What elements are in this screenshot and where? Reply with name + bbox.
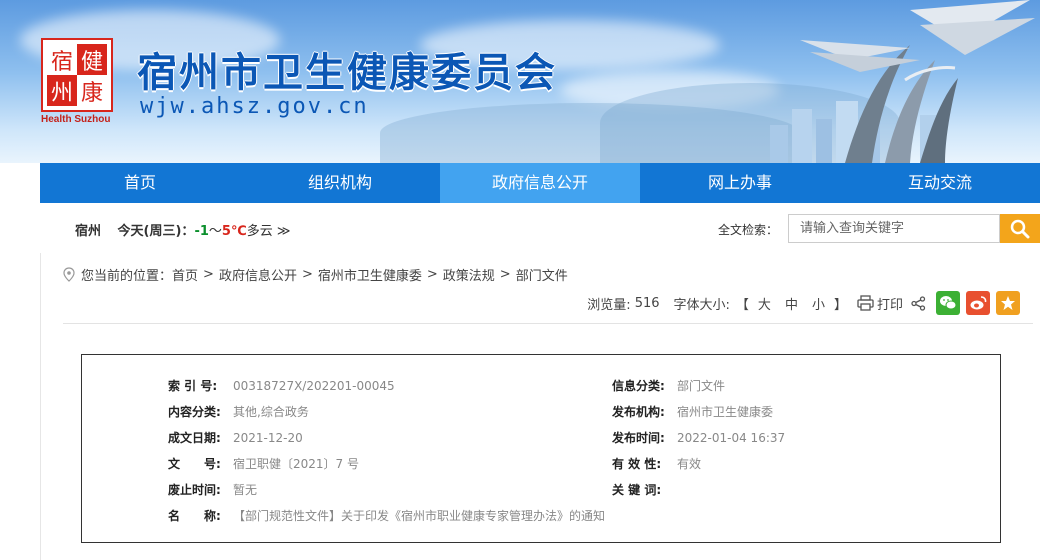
meta-label: 废止时间: — [168, 483, 221, 497]
bracket-open: 【 — [735, 297, 749, 313]
meta-label: 关 键 词: — [612, 483, 662, 497]
weather-tilde: ～ — [208, 224, 222, 239]
document-meta-box: 索 引 号: 00318727X/202201-00045 内容分类: 其他,综合政… — [81, 354, 1001, 543]
article-tools: 浏览量: 516 字体大小: 【 大 中 小 】 打印 — [587, 291, 1020, 315]
meta-value: 2022-01-04 16:37 — [677, 431, 786, 445]
nav-item-organization[interactable]: 组织机构 — [240, 163, 440, 203]
weather-day: 今天(周三)： — [117, 224, 195, 239]
meta-value: 暂无 — [233, 483, 258, 497]
breadcrumb-dept-docs[interactable]: 部门文件 — [516, 265, 568, 284]
meta-validity: 有 效 性: 有效 — [612, 455, 701, 472]
search-icon — [1010, 219, 1030, 238]
breadcrumb-prefix: 您当前的位置： — [81, 269, 173, 284]
meta-value: 宿州市卫生健康委 — [677, 405, 774, 419]
meta-doc-number: 文 号: 宿卫职健〔2021〕7 号 — [168, 455, 359, 472]
print-label: 打印 — [876, 297, 903, 313]
breadcrumb-separator: > — [203, 267, 214, 282]
breadcrumb: 您当前的位置： 首页 > 政府信息公开 > 宿州市卫生健康委 > 政策法规 > … — [63, 265, 568, 284]
font-size-large-button[interactable]: 大 — [758, 294, 771, 313]
weather-city: 宿州 — [75, 224, 102, 239]
meta-value: 其他,综合政务 — [233, 405, 309, 419]
search-label: 全文检索： — [718, 223, 779, 237]
nav-item-online-services[interactable]: 网上办事 — [640, 163, 840, 203]
meta-info-category: 信息分类: 部门文件 — [612, 377, 725, 394]
weibo-icon — [970, 296, 987, 310]
font-size-medium-button[interactable]: 中 — [785, 294, 798, 313]
site-title[interactable]: 宿州市卫生健康委员会 — [137, 40, 557, 98]
share-wechat-button[interactable] — [936, 291, 960, 315]
breadcrumb-separator: > — [499, 267, 511, 282]
meta-value: 2021-12-20 — [233, 431, 303, 445]
nav-item-gov-info[interactable]: 政府信息公开 — [440, 163, 640, 203]
sculpture-graphic — [800, 0, 1035, 163]
meta-label: 有 效 性: — [612, 457, 662, 471]
meta-value: 【部门规范性文件】关于印发《宿州市职业健康专家管理办法》的通知 — [233, 509, 606, 523]
breadcrumb-home[interactable]: 首页 — [172, 265, 198, 284]
logo-english-text: Health Suzhou — [41, 114, 111, 125]
breadcrumb-separator: > — [301, 267, 313, 282]
meta-index-number: 索 引 号: 00318727X/202201-00045 — [168, 377, 395, 394]
main-nav: 首页 组织机构 政府信息公开 网上办事 互动交流 — [40, 163, 1040, 203]
search-input[interactable] — [788, 214, 1000, 243]
meta-value: 部门文件 — [677, 379, 726, 393]
logo-char: 州 — [51, 81, 73, 106]
favorite-button[interactable] — [996, 291, 1020, 315]
weather-condition: 多云 — [246, 224, 273, 239]
weather-high-temp: 5℃ — [221, 224, 247, 239]
star-icon — [1001, 296, 1015, 310]
meta-label: 发布机构: — [612, 405, 665, 419]
weather-more-icon[interactable]: ≫ — [277, 224, 291, 239]
meta-value: 有效 — [677, 457, 702, 471]
weather-low-temp: -1 — [194, 224, 209, 239]
meta-label: 发布时间: — [612, 431, 665, 445]
meta-publish-time: 发布时间: 2022-01-04 16:37 — [612, 429, 785, 446]
share-weibo-button[interactable] — [966, 291, 990, 315]
meta-label: 名 称: — [168, 509, 221, 523]
wechat-icon — [940, 296, 957, 310]
meta-label: 文 号: — [168, 457, 221, 471]
meta-label: 内容分类: — [168, 405, 221, 419]
font-size-small-button[interactable]: 小 — [812, 294, 825, 313]
weather-widget: 宿州 今天(周三)：-1～5℃多云 ≫ — [75, 220, 290, 239]
nav-item-home[interactable]: 首页 — [40, 163, 240, 203]
logo-char: 康 — [81, 81, 103, 106]
meta-value: 00318727X/202201-00045 — [233, 379, 395, 393]
meta-publisher: 发布机构: 宿州市卫生健康委 — [612, 403, 773, 420]
site-header: 宿 健 州 康 Health Suzhou 宿州市卫生健康委员会 wjw.ahs… — [0, 0, 1040, 163]
meta-written-date: 成文日期: 2021-12-20 — [168, 429, 303, 446]
breadcrumb-policy[interactable]: 政策法规 — [443, 265, 495, 284]
meta-expiry-time: 废止时间: 暂无 — [168, 481, 257, 498]
logo-char: 宿 — [51, 50, 73, 75]
meta-content-category: 内容分类: 其他,综合政务 — [168, 403, 309, 420]
nav-item-interaction[interactable]: 互动交流 — [840, 163, 1040, 203]
info-bar: 宿州 今天(周三)：-1～5℃多云 ≫ 全文检索： — [40, 203, 1040, 253]
logo-seal-graphic: 宿 健 州 康 — [47, 44, 107, 106]
meta-label: 成文日期: — [168, 431, 221, 445]
location-pin-icon — [63, 267, 75, 282]
meta-label: 信息分类: — [612, 379, 665, 393]
meta-doc-name: 名 称: 【部门规范性文件】关于印发《宿州市职业健康专家管理办法》的通知 — [168, 507, 605, 524]
meta-value: 宿卫职健〔2021〕7 号 — [233, 457, 359, 471]
share-icon[interactable] — [911, 295, 926, 311]
printer-icon — [857, 295, 874, 311]
views-count: 516 — [634, 295, 660, 311]
font-size-label: 字体大小: — [673, 297, 730, 313]
print-button[interactable]: 打印 — [857, 294, 903, 313]
breadcrumb-separator: > — [426, 267, 438, 282]
section-divider — [63, 323, 1033, 324]
site-domain: wjw.ahsz.gov.cn — [140, 94, 369, 119]
site-logo[interactable]: 宿 健 州 康 — [41, 38, 113, 112]
views-label: 浏览量: — [587, 297, 631, 313]
breadcrumb-commission[interactable]: 宿州市卫生健康委 — [318, 265, 422, 284]
bracket-close: 】 — [833, 297, 847, 313]
meta-label: 索 引 号: — [168, 379, 218, 393]
meta-keywords: 关 键 词: — [612, 481, 677, 498]
breadcrumb-gov-info[interactable]: 政府信息公开 — [219, 265, 297, 284]
logo-char: 健 — [81, 50, 103, 75]
search-button[interactable] — [1000, 214, 1040, 243]
